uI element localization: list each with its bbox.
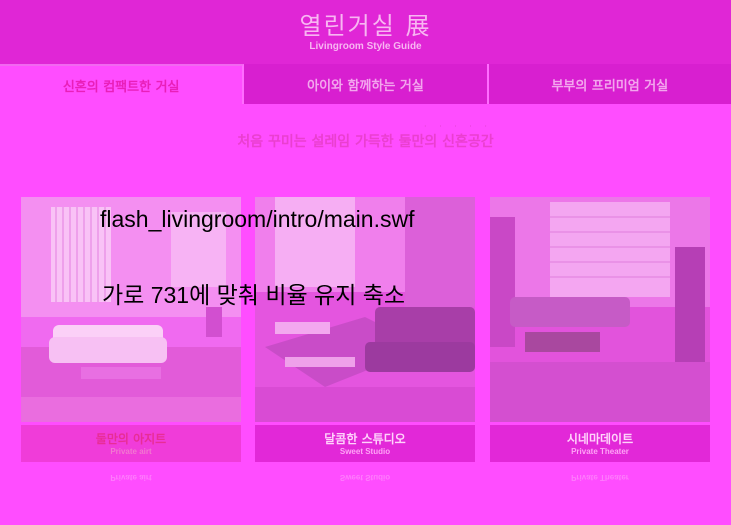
room-card-subtitle-3: Private Theater [571,447,629,456]
room-photo-icon [490,197,710,422]
room-card-title-3: 시네마데이트 [566,432,634,446]
brand-title: 열린거실 展 [299,12,432,40]
room-card-image-3[interactable] [490,197,710,422]
room-card-label-2[interactable]: 달콤한 스튜디오 Sweet Studio [255,425,475,462]
brand-subtitle: Livingroom Style Guide [309,41,422,52]
site-header: 열린거실 展 Livingroom Style Guide [0,0,731,64]
tab-with-kids[interactable]: 아이와 함께하는 거실 [244,64,489,104]
tab-newlywed[interactable]: 신혼의 컴팩트한 거실 [0,64,245,104]
room-card-title-2: 달콤한 스튜디오 [324,432,406,446]
room-card-reflection-3: Private Theater [571,473,629,482]
room-card-reflection-2: Sweet Studio [339,473,391,482]
scaling-note: 가로 731에 맞춰 비율 유지 축소 [102,282,406,308]
room-card-reflection-1: Private airt [110,473,152,482]
tab-premium[interactable]: 부부의 프리미엄 거실 [488,64,731,104]
room-card-title-1: 둘만의 아지트 [95,432,167,446]
room-card-label-1[interactable]: 둘만의 아지트 Private airt [21,425,241,462]
room-card-label-3[interactable]: 시네마데이트 Private Theater [490,425,710,462]
page-tagline: 처음 꾸미는 설레임 가득한 둘만의 신혼공간 [237,134,494,150]
room-card-subtitle-2: Sweet Studio [339,447,391,456]
tagline-dots: · · · · · [424,122,492,131]
room-card-subtitle-1: Private airt [110,447,152,456]
tab-bar: 신혼의 컴팩트한 거실 아이와 함께하는 거실 부부의 프리미엄 거실 [0,64,731,104]
flash-file-path: flash_livingroom/intro/main.swf [100,206,415,232]
